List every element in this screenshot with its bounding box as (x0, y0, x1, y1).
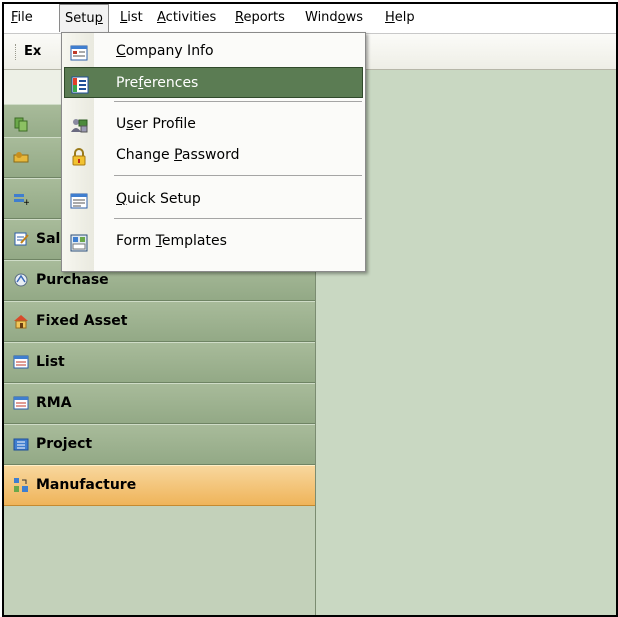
menu-item-change-password[interactable]: Change Password (64, 140, 363, 171)
menu-item-form-templates[interactable]: Form Templates (64, 226, 363, 257)
manufacture-icon (13, 477, 29, 493)
menu-reports[interactable]: Reports (230, 4, 290, 32)
nav-item-list[interactable]: List (4, 342, 315, 383)
preferences-icon (71, 75, 89, 94)
project-icon (13, 436, 29, 452)
menu-item-company-info[interactable]: Company Info (64, 36, 363, 67)
nav-item-fixed-asset[interactable]: Fixed Asset (4, 301, 315, 342)
nav-item-rma[interactable]: RMA (4, 383, 315, 424)
toolbar-button[interactable]: Ex (24, 34, 41, 69)
menu-separator (114, 175, 362, 176)
user-profile-icon (70, 116, 88, 134)
fixed-asset-icon (13, 313, 29, 329)
nav-icon-2 (13, 149, 29, 165)
nav-icon-3: + (13, 190, 31, 208)
toolbar-grip[interactable] (15, 44, 18, 60)
menu-activities[interactable]: Activities (152, 4, 221, 32)
setup-dropdown-menu: Company Info Preferences User Profile Ch… (61, 32, 366, 272)
menu-windows[interactable]: Windows (300, 4, 368, 32)
nav-item-manufacture[interactable]: Manufacture (4, 465, 315, 506)
quick-setup-icon (70, 191, 88, 209)
menu-separator (114, 101, 362, 102)
menu-setup[interactable]: Setup (59, 4, 109, 32)
menu-item-quick-setup[interactable]: Quick Setup (64, 184, 363, 215)
nav-icon-1 (13, 116, 29, 132)
sales-icon (13, 231, 29, 247)
app-window: File Setup List Activities Reports Windo… (2, 2, 618, 617)
menu-help[interactable]: Help (380, 4, 420, 32)
menu-item-preferences[interactable]: Preferences (64, 67, 363, 98)
nav-item-project[interactable]: Project (4, 424, 315, 465)
list-icon (13, 354, 29, 370)
lock-icon (70, 147, 88, 166)
form-templates-icon (70, 233, 88, 252)
menu-list[interactable]: List (115, 4, 148, 32)
svg-text:+: + (23, 198, 29, 206)
menu-separator (114, 218, 362, 219)
company-info-icon (70, 43, 88, 61)
menu-item-user-profile[interactable]: User Profile (64, 109, 363, 140)
menu-bar: File Setup List Activities Reports Windo… (4, 4, 616, 34)
rma-icon (13, 395, 29, 411)
purchase-icon (13, 272, 29, 288)
menu-file[interactable]: File (6, 4, 38, 32)
